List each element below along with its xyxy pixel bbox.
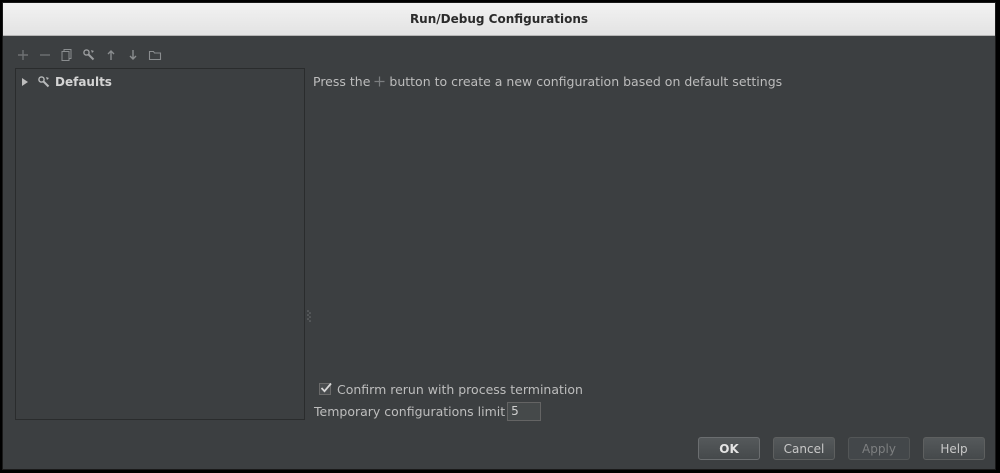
checkmark-icon xyxy=(320,382,332,393)
confirm-rerun-option[interactable]: Confirm rerun with process termination xyxy=(319,380,583,398)
copy-icon[interactable] xyxy=(59,47,75,63)
temporary-limit-input[interactable] xyxy=(507,401,542,421)
tree-item-defaults[interactable]: Defaults xyxy=(20,73,112,91)
folder-icon[interactable] xyxy=(147,47,163,63)
hint-suffix: button to create a new configuration bas… xyxy=(389,74,783,89)
confirm-rerun-label: Confirm rerun with process termination xyxy=(337,381,583,397)
hint-prefix: Press the xyxy=(313,74,371,89)
arrow-down-icon[interactable] xyxy=(125,47,141,63)
title-bar[interactable]: Run/Debug Configurations xyxy=(3,3,995,36)
confirm-rerun-checkbox[interactable] xyxy=(319,382,332,395)
wrench-icon[interactable] xyxy=(81,47,97,63)
splitter-handle[interactable] xyxy=(307,308,311,322)
plus-icon xyxy=(372,75,386,89)
configurations-tree[interactable]: Defaults xyxy=(15,68,305,420)
dialog-buttons: OK Cancel Apply Help xyxy=(698,437,985,460)
hint-text: Press the button to create a new configu… xyxy=(313,74,782,89)
dialog-title: Run/Debug Configurations xyxy=(409,12,589,26)
apply-button[interactable]: Apply xyxy=(848,437,910,460)
arrow-up-icon[interactable] xyxy=(103,47,119,63)
configuration-details-panel: Press the button to create a new configu… xyxy=(313,68,985,421)
toolbar xyxy=(15,45,163,65)
tree-item-label: Defaults xyxy=(55,75,112,89)
ok-button[interactable]: OK xyxy=(698,437,760,460)
cancel-button[interactable]: Cancel xyxy=(773,437,835,460)
run-debug-configurations-dialog: Run/Debug Configurations Defaults Press … xyxy=(2,2,996,470)
temporary-limit-label: Temporary configurations limit xyxy=(314,403,506,419)
wrench-icon xyxy=(36,74,52,90)
expand-arrow-icon[interactable] xyxy=(20,77,30,87)
help-button[interactable]: Help xyxy=(923,437,985,460)
plus-icon[interactable] xyxy=(15,47,31,63)
minus-icon[interactable] xyxy=(37,47,53,63)
temporary-limit-row: Temporary configurations limit xyxy=(314,401,542,421)
